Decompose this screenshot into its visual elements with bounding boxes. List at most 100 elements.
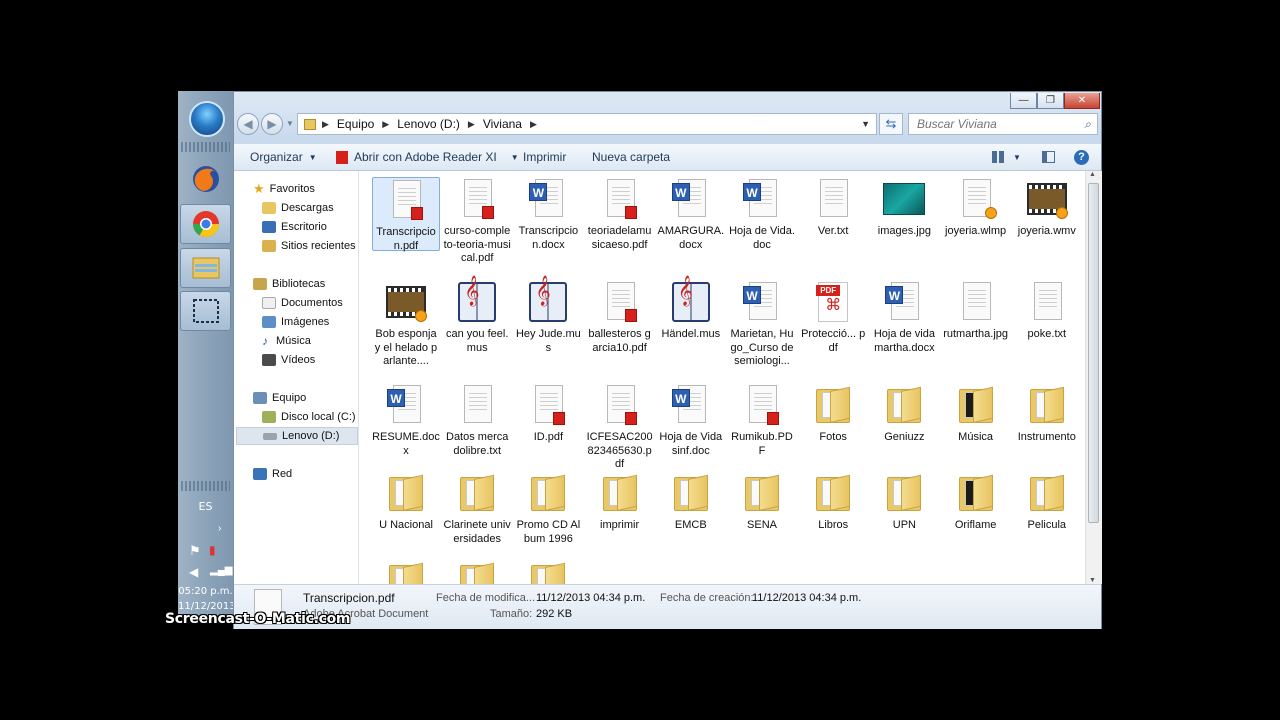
breadcrumb-separator-icon[interactable]: ▶: [530, 119, 537, 130]
network-signal-icon[interactable]: ▂▄▆: [210, 565, 232, 576]
folder-item[interactable]: [443, 559, 511, 584]
file-item[interactable]: ballesteros garcia10.pdf: [586, 280, 654, 355]
file-item[interactable]: Datos mercadolibre.txt: [443, 383, 511, 458]
file-item[interactable]: W Hoja de Vida sinf.doc: [657, 383, 725, 458]
new-folder-button[interactable]: Nueva carpeta: [592, 144, 670, 170]
forward-button[interactable]: ▶: [261, 113, 283, 135]
action-center-flag-icon[interactable]: ⚑: [189, 543, 201, 559]
scroll-up-icon[interactable]: ▲: [1089, 171, 1096, 178]
breadcrumb-separator-icon[interactable]: ▶: [382, 119, 389, 130]
nav-recent[interactable]: Sitios recientes: [262, 237, 356, 255]
taskbar-explorer[interactable]: [180, 248, 231, 288]
file-item[interactable]: W AMARGURA.docx: [657, 177, 725, 252]
file-item[interactable]: Transcripcion.pdf: [372, 177, 440, 252]
file-item[interactable]: W Hoja de Vida.doc: [728, 177, 796, 252]
nav-computer[interactable]: Equipo: [253, 389, 306, 407]
search-input[interactable]: [915, 116, 1079, 132]
file-item[interactable]: ID.pdf: [514, 383, 582, 445]
file-item[interactable]: rutmartha.jpg: [942, 280, 1010, 342]
show-hidden-icons-arrow-icon[interactable]: ›: [218, 523, 221, 534]
file-item[interactable]: Bob esponja y el helado parlante....: [372, 280, 440, 369]
nav-lenovo[interactable]: Lenovo (D:): [236, 427, 358, 445]
file-item[interactable]: poke.txt: [1013, 280, 1081, 342]
nav-network[interactable]: Red: [253, 465, 292, 483]
scroll-down-icon[interactable]: ▼: [1089, 577, 1096, 584]
organize-button[interactable]: Organizar ▼: [250, 144, 317, 170]
folder-item[interactable]: Promo CD Album 1996: [514, 471, 582, 546]
taskbar-grip[interactable]: [181, 142, 230, 152]
back-button[interactable]: ◀: [237, 113, 259, 135]
close-button[interactable]: ✕: [1064, 93, 1100, 109]
taskbar-snipping[interactable]: [180, 291, 231, 331]
language-indicator[interactable]: ES: [178, 500, 233, 513]
volume-icon[interactable]: ◀: [189, 565, 198, 579]
file-item[interactable]: ICFESAC200823465630.pdf: [586, 383, 654, 472]
nav-music[interactable]: ♪ Música: [262, 332, 311, 350]
breadcrumb-separator-icon[interactable]: ▶: [468, 119, 475, 130]
breadcrumb-lenovo[interactable]: Lenovo (D:): [397, 117, 460, 131]
file-item[interactable]: Ver.txt: [799, 177, 867, 239]
file-item[interactable]: joyeria.wlmp: [942, 177, 1010, 239]
taskbar-firefox[interactable]: [180, 159, 231, 199]
minimize-button[interactable]: —: [1010, 93, 1037, 109]
nav-images[interactable]: Imágenes: [262, 313, 329, 331]
breadcrumb-equipo[interactable]: Equipo: [337, 117, 374, 131]
folder-item[interactable]: Libros: [799, 471, 867, 533]
file-item[interactable]: PDF ⌘ Protecció... pdf: [799, 280, 867, 355]
help-button[interactable]: ?: [1074, 144, 1089, 170]
nav-downloads[interactable]: Descargas: [262, 199, 334, 217]
file-item[interactable]: curso-completo-teoria-musical.pdf: [443, 177, 511, 266]
file-item[interactable]: W Transcripcion.docx: [514, 177, 582, 252]
nav-videos[interactable]: Vídeos: [262, 351, 315, 369]
folder-item[interactable]: Clarinete universidades: [443, 471, 511, 546]
search-box[interactable]: ⌕: [908, 113, 1098, 135]
folder-item[interactable]: Pelicula: [1013, 471, 1081, 533]
battery-icon[interactable]: ▮: [209, 543, 216, 557]
folder-item[interactable]: [514, 559, 582, 584]
folder-item[interactable]: UPN: [870, 471, 938, 533]
nav-local-disk[interactable]: Disco local (C:): [262, 408, 356, 426]
folder-item[interactable]: Música: [942, 383, 1010, 445]
taskbar-chrome[interactable]: [180, 204, 231, 244]
nav-documents[interactable]: Documentos: [262, 294, 343, 312]
folder-item[interactable]: Geniuzz: [870, 383, 938, 445]
file-item[interactable]: can you feel.mus: [443, 280, 511, 355]
clock-time[interactable]: 05:20 p.m.: [178, 586, 233, 597]
file-item[interactable]: teoriadelamusicaeso.pdf: [586, 177, 654, 252]
folder-item[interactable]: Instrumento: [1013, 383, 1081, 445]
search-icon[interactable]: ⌕: [1084, 117, 1091, 132]
preview-pane-button[interactable]: [1042, 144, 1055, 170]
file-item[interactable]: joyeria.wmv: [1013, 177, 1081, 239]
folder-item[interactable]: SENA: [728, 471, 796, 533]
folder-item[interactable]: [372, 559, 440, 584]
maximize-button[interactable]: ❐: [1037, 93, 1064, 109]
refresh-button[interactable]: ⇆: [879, 113, 903, 135]
folder-item[interactable]: imprimir: [586, 471, 654, 533]
scroll-thumb[interactable]: [1088, 183, 1099, 523]
change-view-button[interactable]: ▼: [992, 144, 1021, 170]
file-item[interactable]: Rumikub.PDF: [728, 383, 796, 458]
start-button[interactable]: [180, 95, 231, 137]
folder-item[interactable]: U Nacional: [372, 471, 440, 533]
file-item[interactable]: Hey Jude.mus: [514, 280, 582, 355]
open-with-adobe-button[interactable]: Abrir con Adobe Reader XI ▼: [336, 144, 519, 170]
folder-item[interactable]: Oriflame: [942, 471, 1010, 533]
nav-desktop[interactable]: Escritorio: [262, 218, 327, 236]
breadcrumb-separator-icon[interactable]: ▶: [322, 119, 329, 130]
file-item[interactable]: W Hoja de vida martha.docx: [870, 280, 938, 355]
file-item[interactable]: images.jpg: [870, 177, 938, 239]
nav-libraries[interactable]: Bibliotecas: [253, 275, 325, 293]
nav-favorites[interactable]: ★ Favoritos: [253, 180, 315, 198]
print-button[interactable]: Imprimir: [523, 144, 566, 170]
breadcrumb-viviana[interactable]: Viviana: [483, 117, 522, 131]
file-item[interactable]: Händel.mus: [657, 280, 725, 342]
taskbar-grip-bottom[interactable]: [181, 481, 230, 491]
folder-item[interactable]: Fotos: [799, 383, 867, 445]
address-dropdown-icon[interactable]: ▼: [861, 119, 870, 129]
address-bar[interactable]: ▶ Equipo ▶ Lenovo (D:) ▶ Viviana ▶ ▼: [297, 113, 877, 135]
vertical-scrollbar[interactable]: ▲ ▼: [1085, 171, 1102, 584]
recent-pages-dropdown-icon[interactable]: ▼: [286, 119, 294, 128]
file-item[interactable]: W Marietan, Hugo_Curso de semiologi...: [728, 280, 796, 369]
folder-item[interactable]: EMCB: [657, 471, 725, 533]
file-item[interactable]: W RESUME.docx: [372, 383, 440, 458]
